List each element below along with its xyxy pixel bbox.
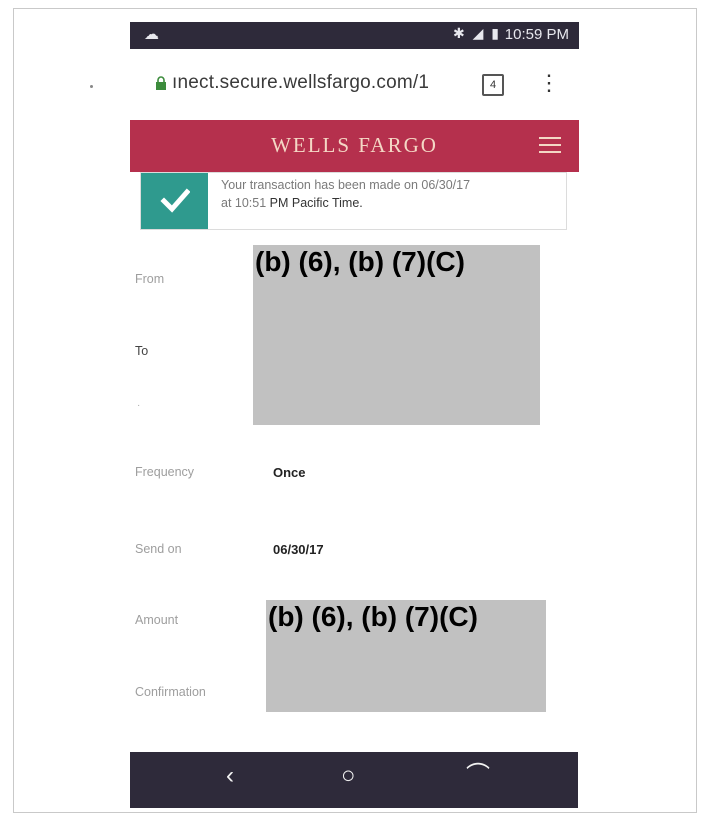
- status-bar: ☁ ✱ ◢ ▮ 10:59 PM: [130, 22, 579, 49]
- lock-icon: [156, 76, 166, 90]
- redaction-label-bottom: (b) (6), (b) (7)(C): [268, 601, 478, 632]
- home-icon[interactable]: ○: [341, 764, 356, 788]
- brand-logo: WELLS FARGO: [271, 133, 438, 157]
- notice-line-2-prefix: at 10:51: [221, 196, 267, 210]
- hamburger-menu-icon[interactable]: [539, 137, 561, 153]
- url-text[interactable]: ınect.secure.wellsfargo.com/1: [172, 72, 429, 94]
- success-badge: [141, 173, 208, 229]
- signal-icons: ✱ ◢ ▮: [453, 25, 501, 41]
- back-icon[interactable]: ‹: [226, 764, 234, 788]
- recents-icon[interactable]: ⌒: [466, 764, 490, 788]
- redaction-label-top: (b) (6), (b) (7)(C): [255, 246, 465, 277]
- notice-line-2-suffix: PM Pacific Time.: [269, 196, 363, 210]
- system-nav-bar: ‹ ○ ⌒: [130, 752, 578, 808]
- amount-label: Amount: [135, 613, 179, 627]
- frequency-value: Once: [273, 465, 306, 480]
- divider-dot: ·: [137, 400, 141, 411]
- from-label: From: [135, 272, 165, 286]
- send-on-label: Send on: [135, 542, 182, 556]
- status-time: 10:59 PM: [504, 26, 569, 43]
- overflow-menu-icon[interactable]: ⋮: [538, 72, 560, 94]
- brand-header: WELLS FARGO: [130, 120, 579, 172]
- tab-switcher-button[interactable]: 4: [482, 74, 504, 96]
- confirmation-label: Confirmation: [135, 685, 206, 699]
- notice-line-1: Your transaction has been made on 06/30/…: [221, 178, 471, 192]
- browser-url-bar[interactable]: ınect.secure.wellsfargo.com/1 4 ⋮: [130, 58, 579, 114]
- notice-text: Your transaction has been made on 06/30/…: [221, 176, 561, 212]
- frequency-label: Frequency: [135, 465, 195, 479]
- cloud-icon: ☁: [144, 26, 159, 43]
- confirmation-notice: Your transaction has been made on 06/30/…: [140, 172, 567, 230]
- page-dot: [90, 85, 93, 88]
- to-label: To: [135, 344, 149, 358]
- checkmark-icon: [160, 188, 190, 213]
- send-on-value: 06/30/17: [273, 542, 324, 557]
